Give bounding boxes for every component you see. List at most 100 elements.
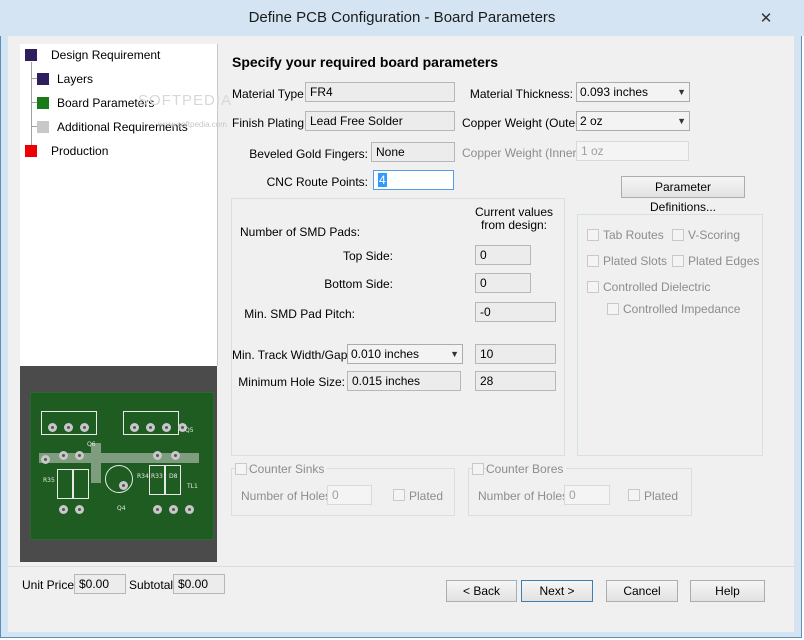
silk-label: R34 xyxy=(137,473,149,480)
min-pitch-value: -0 xyxy=(475,302,556,322)
beveled-gold-label: Beveled Gold Fingers: xyxy=(249,147,368,161)
silk-label: R33 xyxy=(151,473,163,480)
track-width-select[interactable]: 0.010 inches ▼ xyxy=(347,344,463,364)
silk-label: R35 xyxy=(43,477,55,484)
material-type-label: Material Type: xyxy=(232,87,308,101)
pcb-pad xyxy=(185,505,194,514)
back-button[interactable]: < Back xyxy=(446,580,517,602)
controlled-dielectric-checkbox[interactable] xyxy=(587,281,599,293)
subtotal-value: $0.00 xyxy=(173,574,225,594)
material-type-field[interactable]: FR4 xyxy=(305,82,455,102)
counter-sinks-holes-label: Number of Holes: xyxy=(241,489,335,503)
chevron-down-icon: ▼ xyxy=(450,349,459,359)
step-status-icon xyxy=(37,73,49,85)
controlled-impedance-label: Controlled Impedance xyxy=(623,302,741,316)
hole-size-field[interactable]: 0.015 inches xyxy=(347,371,461,391)
pcb-pad xyxy=(162,423,171,432)
counter-sinks-checkbox[interactable] xyxy=(235,463,247,475)
cnc-route-input[interactable]: 4 xyxy=(373,170,454,190)
component-outline xyxy=(57,469,73,499)
current-values-header: Current values from design: xyxy=(474,205,554,232)
plated-slots-checkbox[interactable] xyxy=(587,255,599,267)
cnc-route-value: 4 xyxy=(378,173,387,187)
counter-bores-holes-field: 0 xyxy=(564,485,610,505)
subtotal-label: Subtotal: xyxy=(129,578,177,592)
pcb-pad xyxy=(59,505,68,514)
copper-outer-value: 2 oz xyxy=(580,114,603,128)
controlled-impedance-checkbox[interactable] xyxy=(607,303,619,315)
tab-routes-checkbox[interactable] xyxy=(587,229,599,241)
v-scoring-checkbox[interactable] xyxy=(672,229,684,241)
bottom-side-value: 0 xyxy=(475,273,531,293)
copper-outer-select[interactable]: 2 oz ▼ xyxy=(576,111,690,131)
silk-label: TL1 xyxy=(187,483,198,490)
parameter-definitions-button[interactable]: Parameter Definitions... xyxy=(621,176,745,214)
pcb-pad xyxy=(169,505,178,514)
silk-label: Q4 xyxy=(117,505,126,512)
step-status-icon xyxy=(25,49,37,61)
copper-inner-label: Copper Weight (Inner): xyxy=(462,146,584,160)
counter-bores-checkbox[interactable] xyxy=(472,463,484,475)
pcb-board-image: Q6 Q5 R35 Q4 R33 R34 D8 TL1 xyxy=(30,392,214,540)
nav-item-production[interactable]: Production xyxy=(51,144,108,158)
counter-sinks-label: Counter Sinks xyxy=(249,462,328,476)
beveled-gold-field[interactable]: None xyxy=(371,142,455,162)
top-side-value: 0 xyxy=(475,245,531,265)
bottom-side-label: Bottom Side: xyxy=(324,277,393,291)
close-icon[interactable]: ✕ xyxy=(754,8,778,30)
nav-item-layers[interactable]: Layers xyxy=(57,72,93,86)
counter-bores-holes-label: Number of Holes: xyxy=(478,489,572,503)
tree-connector xyxy=(31,62,32,152)
component-outline xyxy=(149,465,165,495)
nav-item-design-requirement[interactable]: Design Requirement xyxy=(51,48,160,62)
window-title: Define PCB Configuration - Board Paramet… xyxy=(248,9,556,26)
copper-outer-label: Copper Weight (Outer): xyxy=(462,116,587,130)
cancel-button[interactable]: Cancel xyxy=(606,580,678,602)
controlled-dielectric-label: Controlled Dielectric xyxy=(603,280,711,294)
min-pitch-label: Min. SMD Pad Pitch: xyxy=(244,307,355,321)
chevron-down-icon: ▼ xyxy=(677,87,686,97)
silk-label: Q5 xyxy=(185,427,194,434)
top-side-label: Top Side: xyxy=(342,249,393,263)
pcb-trace xyxy=(91,443,101,483)
cnc-route-label: CNC Route Points: xyxy=(266,175,368,189)
watermark: SOFTPEDIA xyxy=(138,92,233,109)
pcb-pad xyxy=(153,505,162,514)
track-width-select-value: 0.010 inches xyxy=(351,347,420,361)
hole-size-label: Minimum Hole Size: xyxy=(238,375,345,389)
counter-bores-plated-checkbox[interactable] xyxy=(628,489,640,501)
chevron-down-icon: ▼ xyxy=(677,116,686,126)
page-heading: Specify your required board parameters xyxy=(232,54,499,70)
finish-plating-field[interactable]: Lead Free Solder xyxy=(305,111,455,131)
pcb-pad xyxy=(153,451,162,460)
counter-bores-plated-label: Plated xyxy=(644,489,679,503)
unit-price-value: $0.00 xyxy=(74,574,126,594)
finish-plating-label: Finish Plating: xyxy=(232,116,308,130)
step-status-icon xyxy=(37,97,49,109)
component-outline xyxy=(105,465,133,493)
next-button[interactable]: Next > xyxy=(521,580,593,602)
pcb-pad xyxy=(59,451,68,460)
pcb-pad xyxy=(75,451,84,460)
footer-divider xyxy=(8,566,794,567)
counter-sinks-plated-checkbox[interactable] xyxy=(393,489,405,501)
counter-bores-label: Counter Bores xyxy=(486,462,567,476)
track-width-current: 10 xyxy=(475,344,556,364)
unit-price-label: Unit Price: xyxy=(22,578,78,592)
help-button[interactable]: Help xyxy=(690,580,765,602)
material-thickness-select[interactable]: 0.093 inches ▼ xyxy=(576,82,690,102)
material-thickness-label: Material Thickness: xyxy=(469,87,573,101)
step-status-icon xyxy=(37,121,49,133)
counter-sinks-plated-label: Plated xyxy=(409,489,444,503)
material-thickness-value: 0.093 inches xyxy=(580,85,649,99)
pcb-pad xyxy=(80,423,89,432)
component-outline xyxy=(165,465,181,495)
hole-size-current: 28 xyxy=(475,371,556,391)
silk-label: Q6 xyxy=(87,441,96,448)
step-status-icon xyxy=(25,145,37,157)
pcb-pad xyxy=(48,423,57,432)
component-outline xyxy=(73,469,89,499)
options-group xyxy=(577,214,763,456)
track-width-label: Min. Track Width/Gap: xyxy=(232,348,351,362)
plated-edges-checkbox[interactable] xyxy=(672,255,684,267)
